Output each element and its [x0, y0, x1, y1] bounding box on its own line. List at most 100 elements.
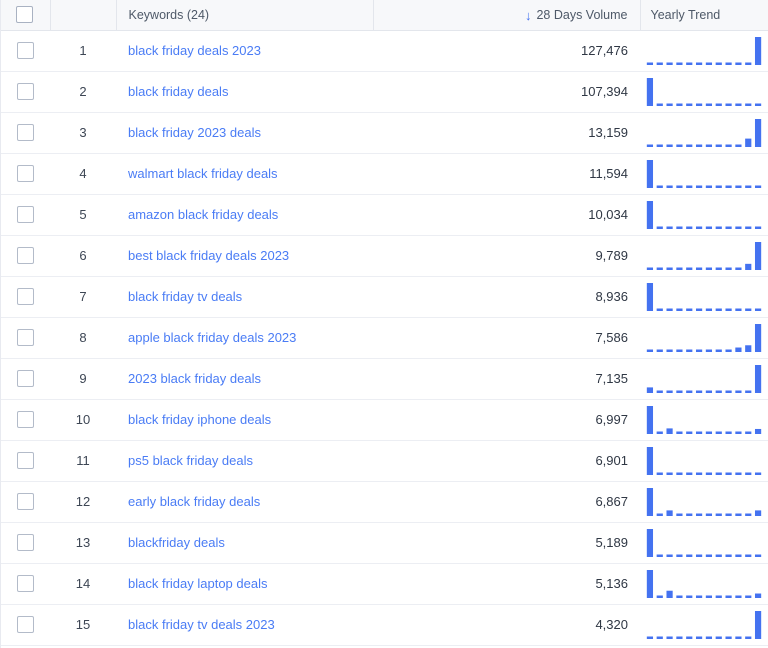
- row-select-cell[interactable]: [0, 317, 50, 359]
- yearly-trend-sparkline: [646, 487, 762, 516]
- row-checkbox-icon[interactable]: [16, 124, 34, 142]
- row-checkbox-icon[interactable]: [16, 616, 34, 634]
- header-rank: [50, 0, 117, 31]
- header-keywords[interactable]: Keywords (24): [116, 0, 374, 31]
- row-select-cell[interactable]: [0, 522, 50, 564]
- row-select-cell[interactable]: [0, 112, 50, 154]
- trend-bar: [715, 226, 722, 229]
- header-yearly-trend[interactable]: Yearly Trend: [640, 0, 768, 31]
- trend-bar: [676, 431, 683, 434]
- trend-bar: [715, 144, 722, 147]
- trend-bar: [656, 267, 663, 270]
- header-select-all[interactable]: [0, 0, 51, 31]
- row-select-cell[interactable]: [0, 604, 50, 646]
- header-volume[interactable]: ↓ 28 Days Volume: [373, 0, 641, 31]
- trend-bar: [725, 308, 732, 311]
- row-checkbox-icon[interactable]: [16, 42, 34, 60]
- keyword-link[interactable]: black friday deals 2023: [128, 43, 261, 58]
- row-volume: 6,867: [373, 481, 640, 523]
- trend-bar: [656, 62, 663, 65]
- table-row[interactable]: 2 black friday deals 107,394: [0, 71, 768, 113]
- trend-bar: [705, 390, 713, 393]
- table-row[interactable]: 5 amazon black friday deals 10,034: [0, 194, 768, 236]
- row-checkbox-icon[interactable]: [16, 370, 34, 388]
- table-row[interactable]: 7 black friday tv deals 8,936: [0, 276, 768, 318]
- keyword-link[interactable]: ps5 black friday deals: [128, 453, 253, 468]
- trend-bar: [686, 513, 693, 516]
- table-row[interactable]: 14 black friday laptop deals 5,136: [0, 563, 768, 605]
- keyword-link[interactable]: 2023 black friday deals: [128, 371, 261, 386]
- keyword-link[interactable]: blackfriday deals: [128, 535, 225, 550]
- trend-bar: [656, 431, 663, 434]
- row-select-cell[interactable]: [0, 71, 50, 113]
- table-row[interactable]: 1 black friday deals 2023 127,476: [0, 30, 768, 72]
- row-checkbox-icon[interactable]: [16, 329, 34, 347]
- table-row[interactable]: 6 best black friday deals 2023 9,789: [0, 235, 768, 277]
- table-row[interactable]: 3 black friday 2023 deals 13,159: [0, 112, 768, 154]
- keyword-link[interactable]: black friday tv deals: [128, 289, 242, 304]
- row-checkbox-icon[interactable]: [16, 411, 34, 429]
- table-row[interactable]: 11 ps5 black friday deals 6,901: [0, 440, 768, 482]
- keyword-link[interactable]: apple black friday deals 2023: [128, 330, 296, 345]
- arrow-down-icon[interactable]: ↓: [525, 9, 532, 22]
- row-select-cell[interactable]: [0, 440, 50, 482]
- table-row[interactable]: 10 black friday iphone deals 6,997: [0, 399, 768, 441]
- keyword-link[interactable]: best black friday deals 2023: [128, 248, 289, 263]
- row-checkbox-icon[interactable]: [16, 206, 34, 224]
- table-row[interactable]: 8 apple black friday deals 2023 7,586: [0, 317, 768, 359]
- table-row[interactable]: 15 black friday tv deals 2023 4,320: [0, 604, 768, 646]
- row-trend-cell: [640, 112, 768, 154]
- trend-bar: [745, 431, 752, 434]
- keyword-link[interactable]: black friday tv deals 2023: [128, 617, 275, 632]
- trend-bar: [686, 62, 693, 65]
- trend-bar: [705, 513, 713, 516]
- row-checkbox-icon[interactable]: [16, 534, 34, 552]
- trend-bar: [745, 472, 752, 475]
- trend-bar: [754, 509, 762, 516]
- trend-bar: [646, 282, 654, 311]
- row-checkbox-icon[interactable]: [16, 165, 34, 183]
- trend-bar: [705, 267, 713, 270]
- keyword-link[interactable]: black friday deals: [128, 84, 228, 99]
- row-select-cell[interactable]: [0, 235, 50, 277]
- trend-bar: [666, 636, 673, 639]
- keyword-link[interactable]: black friday 2023 deals: [128, 125, 261, 140]
- table-row[interactable]: 12 early black friday deals 6,867: [0, 481, 768, 523]
- table-row[interactable]: 13 blackfriday deals 5,189: [0, 522, 768, 564]
- keyword-link[interactable]: walmart black friday deals: [128, 166, 278, 181]
- row-select-cell[interactable]: [0, 399, 50, 441]
- trend-bar: [695, 595, 703, 598]
- row-select-cell[interactable]: [0, 481, 50, 523]
- yearly-trend-sparkline: [646, 282, 762, 311]
- row-checkbox-icon[interactable]: [16, 288, 34, 306]
- row-checkbox-icon[interactable]: [16, 493, 34, 511]
- keyword-link[interactable]: amazon black friday deals: [128, 207, 278, 222]
- trend-bar: [686, 390, 693, 393]
- yearly-trend-sparkline: [646, 159, 762, 188]
- row-checkbox-icon[interactable]: [16, 452, 34, 470]
- trend-bar: [695, 349, 703, 352]
- row-rank: 4: [50, 153, 116, 195]
- trend-bar: [676, 636, 683, 639]
- trend-bar: [646, 200, 654, 229]
- keyword-link[interactable]: black friday laptop deals: [128, 576, 267, 591]
- table-row[interactable]: 4 walmart black friday deals 11,594: [0, 153, 768, 195]
- trend-bar: [725, 144, 732, 147]
- row-select-cell[interactable]: [0, 30, 50, 72]
- select-all-checkbox-icon[interactable]: [16, 6, 34, 24]
- keyword-link[interactable]: early black friday deals: [128, 494, 260, 509]
- trend-bar: [754, 308, 762, 311]
- keyword-link[interactable]: black friday iphone deals: [128, 412, 271, 427]
- row-select-cell[interactable]: [0, 563, 50, 605]
- table-row[interactable]: 9 2023 black friday deals 7,135: [0, 358, 768, 400]
- row-checkbox-icon[interactable]: [16, 247, 34, 265]
- row-select-cell[interactable]: [0, 358, 50, 400]
- row-select-cell[interactable]: [0, 194, 50, 236]
- row-checkbox-icon[interactable]: [16, 575, 34, 593]
- trend-bar: [745, 103, 752, 106]
- row-select-cell[interactable]: [0, 153, 50, 195]
- trend-bar: [656, 349, 663, 352]
- trend-bar: [735, 144, 742, 147]
- row-checkbox-icon[interactable]: [16, 83, 34, 101]
- row-select-cell[interactable]: [0, 276, 50, 318]
